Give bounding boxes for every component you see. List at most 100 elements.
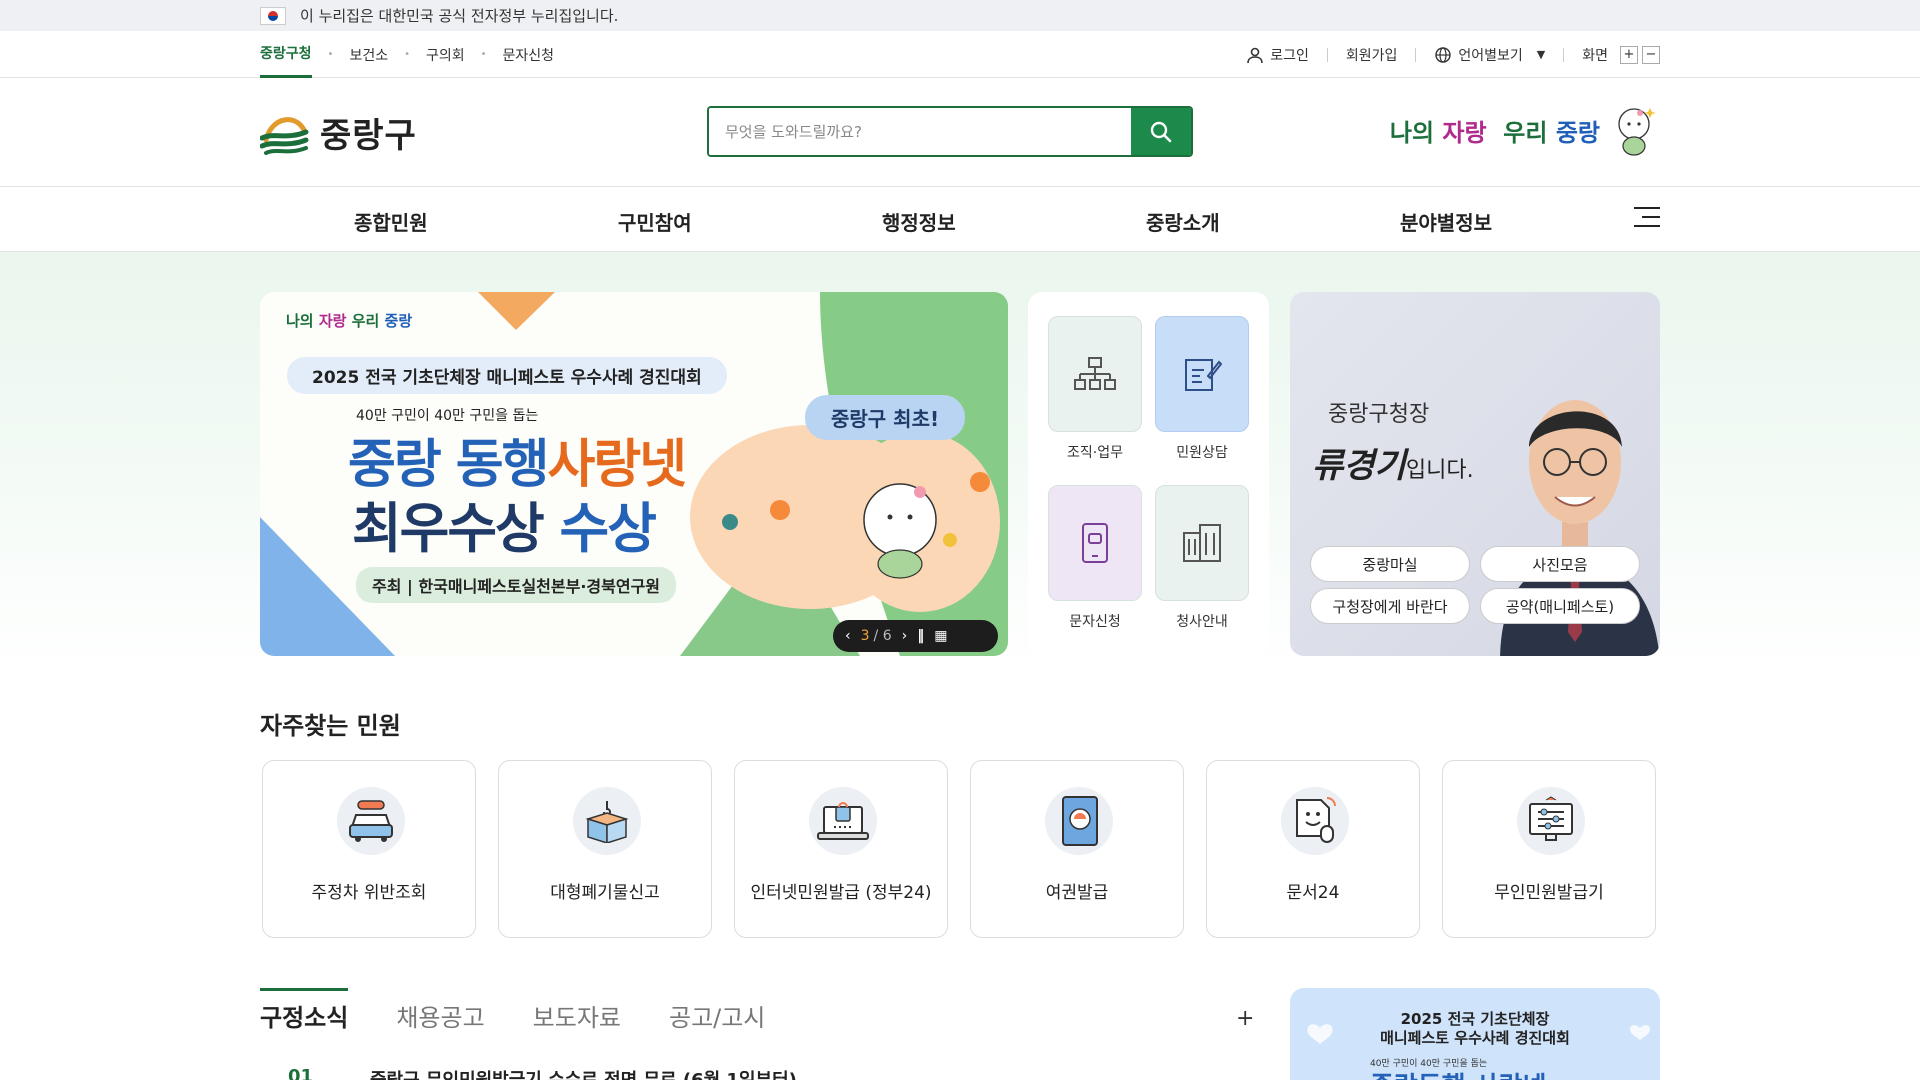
next-slide-icon[interactable]: › [902,628,908,644]
service-card-document24[interactable]: 문서24 [1206,760,1420,938]
slogan-word: 나의 [286,312,314,330]
service-label: 무인민원발급기 [1494,883,1604,903]
divider [1415,47,1417,62]
banner-title-part: 수상 [559,497,657,560]
banner-title-part: 최우수상 [352,497,545,560]
screen-zoom-label: 화면 [1582,47,1608,64]
slogan-word: 중랑 [1555,118,1600,147]
service-label: 문서24 [1286,883,1340,903]
quick-links-panel: 조직·업무 민원상담 문자신청 청사안내 [1028,292,1269,656]
banner-host: 주최 | 한국매니페스토실천본부·경북연구원 [356,567,677,603]
quick-link-consultation[interactable]: 민원상담 [1155,316,1249,462]
mayor-link-madang[interactable]: 중랑마실 [1310,546,1470,582]
site-link-sms[interactable]: 문자신청 [503,31,555,78]
mayor-signature: 류경기입니다. [1312,438,1474,487]
quick-link-sms[interactable]: 문자신청 [1048,485,1142,631]
service-label: 대형폐기물신고 [550,883,660,903]
divider [1563,47,1565,62]
main-banner-slider[interactable]: 나의 자랑 우리 중랑 2025 전국 기초단체장 매니페스토 우수사례 경진대… [260,292,1008,656]
search-input[interactable] [709,108,1131,155]
site-link-jungnang[interactable]: 중랑구청 [260,31,312,78]
gov-banner: 이 누리집은 대한민국 공식 전자정부 누리집입니다. [0,0,1920,31]
document-icon [1281,787,1349,855]
service-label: 인터넷민원발급 (정부24) [750,883,932,903]
news-tabs: 구정소식 채용공고 보도자료 공고/고시 [260,988,813,1040]
search-button[interactable] [1131,108,1191,155]
nav-item-administration[interactable]: 행정정보 [882,207,956,236]
banner-event-name: 2025 전국 기초단체장 매니페스토 우수사례 경진대회 [287,357,727,394]
page: 이 누리집은 대한민국 공식 전자정부 누리집입니다. 중랑구청 • 보건소 •… [0,0,1920,1080]
news-item-number: 01 [288,1066,314,1080]
service-label: 여권발급 [1045,883,1109,903]
site-link-health-center[interactable]: 보건소 [349,31,388,78]
mayor-link-manifesto[interactable]: 공약(매니페스토) [1480,588,1640,624]
mobile-phone-icon [1082,523,1108,563]
site-logo[interactable]: 중랑구 [260,108,417,157]
quick-link-organization[interactable]: 조직·업무 [1048,316,1142,462]
quick-link-label: 문자신청 [1069,614,1121,630]
site-link-council[interactable]: 구의회 [426,31,465,78]
pause-icon[interactable]: ‖ [917,628,924,644]
mayor-suffix: 입니다. [1405,458,1474,483]
prev-slide-icon[interactable]: ‹ [845,628,851,644]
quick-link-label: 청사안내 [1176,614,1228,630]
mayor-name: 류경기 [1312,446,1406,486]
nav-item-by-field[interactable]: 분야별정보 [1400,207,1492,236]
mayor-link-photos[interactable]: 사진모음 [1480,546,1640,582]
search-icon [1150,121,1172,142]
login-link[interactable]: 로그인 [1270,45,1309,65]
separator-dot: • [480,49,487,60]
banner-title-line2: 최우수상 수상 [352,484,657,563]
language-select[interactable]: 언어별보기 [1458,45,1522,65]
mayor-title: 중랑구청장 [1328,402,1430,427]
banner-controls: ‹ 3 / 6 › ‖ ▦ [833,620,998,652]
tab-press-release[interactable]: 보도자료 [533,988,621,1040]
signup-link[interactable]: 회원가입 [1346,45,1398,65]
globe-icon [1435,46,1452,63]
main-navigation: 종합민원 구민참여 행정정보 중랑소개 분야별정보 [0,187,1920,252]
mayor-link-suggestions[interactable]: 구청장에게 바란다 [1310,588,1470,624]
logo-text: 중랑구 [320,116,417,156]
divider [1326,47,1328,62]
menu-hamburger-icon[interactable] [1634,207,1660,231]
promo-banner[interactable]: 2025 전국 기초단체장 매니페스토 우수사례 경진대회 40만 구민이 40… [1290,988,1660,1080]
tab-notices[interactable]: 공고/고시 [669,988,765,1040]
banner-first-badge: 중랑구 최초! [805,395,966,440]
tab-district-news[interactable]: 구정소식 [260,988,349,1040]
grid-view-icon[interactable]: ▦ [934,628,947,644]
header: 중랑구 나의 자랑 우리 중랑 [0,78,1920,187]
gov-banner-text: 이 누리집은 대한민국 공식 전자정부 누리집입니다. [300,7,619,25]
korea-flag-icon [260,6,286,25]
zoom-out-button[interactable]: − [1642,45,1660,64]
building-icon [1183,524,1221,562]
service-card-bulky-waste[interactable]: 대형폐기물신고 [498,760,712,938]
service-card-gov24[interactable]: 인터넷민원발급 (정부24) [734,760,948,938]
tab-recruitment[interactable]: 채용공고 [396,988,484,1040]
service-card-parking[interactable]: 주정차 위반조회 [262,760,476,938]
separator-dot: • [404,49,410,60]
banner-slogan: 나의 자랑 우리 중랑 [286,310,412,331]
edit-document-icon [1185,359,1222,391]
nav-item-about[interactable]: 중랑소개 [1146,207,1220,236]
slogan-word: 우리 [351,312,380,330]
slogan-word: 우리 [1503,118,1548,147]
search-bar [707,106,1193,157]
zoom-in-button[interactable]: + [1620,45,1638,64]
more-news-button[interactable]: + [1236,1006,1254,1031]
service-card-passport[interactable]: 여권발급 [970,760,1184,938]
nav-item-participation[interactable]: 구민참여 [618,207,692,236]
slide-total: / 6 [873,628,892,644]
box-icon [573,787,641,855]
service-card-kiosk[interactable]: 무인민원발급기 [1442,760,1656,938]
slogan: 나의 자랑 우리 중랑 [1390,102,1660,158]
mayor-card: 중랑구청장 류경기입니다. 중랑마실 사진모음 구청장에게 바란다 공약(매니페… [1290,292,1660,656]
separator-dot: • [327,49,334,60]
nav-item-civil-service[interactable]: 종합민원 [354,207,428,236]
utility-bar: 중랑구청 • 보건소 • 구의회 • 문자신청 로그인 회원가입 언어별보기 ▼… [0,31,1920,78]
promo-line2: 매니페스토 우수사례 경진대회 [1380,1029,1570,1047]
kiosk-icon [1517,787,1585,855]
news-item-title[interactable]: 중랑구 무인민원발급기 수수료 전면 무료 (6월 1일부터) [370,1066,797,1080]
quick-link-building[interactable]: 청사안내 [1155,485,1249,631]
utility-links: 로그인 회원가입 언어별보기 ▼ 화면 + − [1246,45,1660,65]
org-chart-icon [1074,357,1116,390]
